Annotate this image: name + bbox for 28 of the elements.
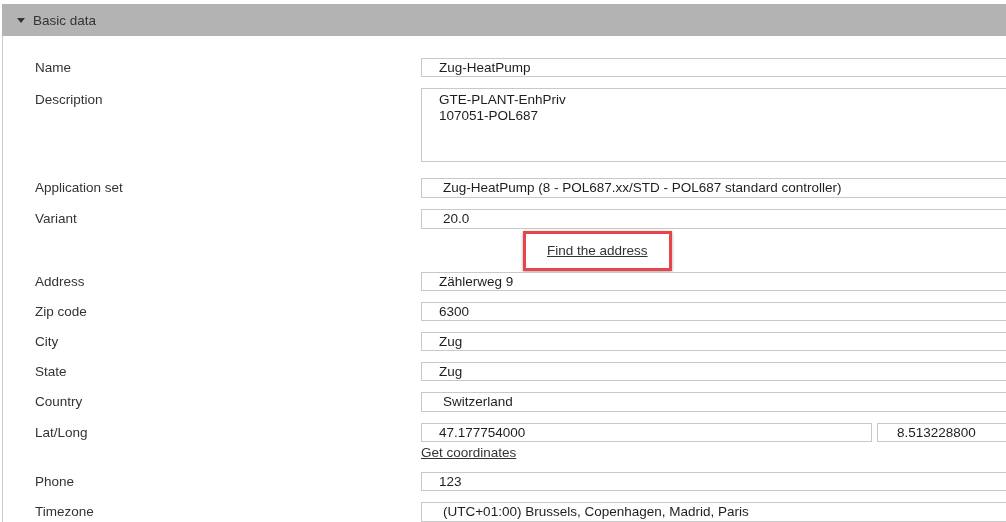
text-link[interactable]: Find the address bbox=[547, 243, 648, 258]
input-field[interactable]: Zug bbox=[421, 362, 1006, 381]
field-label: Name bbox=[35, 59, 72, 77]
input-field[interactable]: 6300 bbox=[421, 302, 1006, 321]
input-field[interactable]: Zug bbox=[421, 332, 1006, 351]
input-field[interactable]: 47.177754000 bbox=[421, 423, 872, 442]
field-label: Application set bbox=[35, 179, 124, 197]
section-header[interactable]: Basic data bbox=[2, 4, 1006, 36]
dropdown-field[interactable]: Switzerland bbox=[421, 392, 1006, 412]
field-label: Zip code bbox=[35, 303, 88, 321]
field-label: Address bbox=[35, 273, 86, 291]
text-link[interactable]: Get coordinates bbox=[421, 445, 517, 461]
field-label: Lat/Long bbox=[35, 424, 89, 442]
field-label: City bbox=[35, 333, 60, 351]
field-label: Phone bbox=[35, 473, 76, 491]
field-label: Description bbox=[35, 91, 104, 109]
input-field[interactable]: Zählerweg 9 bbox=[421, 272, 1006, 291]
dropdown-field[interactable]: (UTC+01:00) Brussels, Copenhagen, Madrid, Paris bbox=[421, 502, 1006, 522]
input-field[interactable]: 8.513228800 bbox=[877, 423, 1006, 442]
field-label: Country bbox=[35, 393, 84, 411]
text-area[interactable]: GTE-PLANT-EnhPriv 107051-POL687 bbox=[421, 88, 1006, 162]
input-field[interactable]: Zug-HeatPump bbox=[421, 58, 1006, 77]
field-label: Timezone bbox=[35, 503, 95, 521]
dropdown-field[interactable]: 20.0 bbox=[421, 209, 1006, 229]
input-field[interactable]: 123 bbox=[421, 472, 1006, 491]
field-label: Variant bbox=[35, 210, 78, 228]
dropdown-field[interactable]: Zug-HeatPump (8 - POL687.xx/STD - POL687 standard controller) bbox=[421, 178, 1006, 198]
field-label: State bbox=[35, 363, 68, 381]
